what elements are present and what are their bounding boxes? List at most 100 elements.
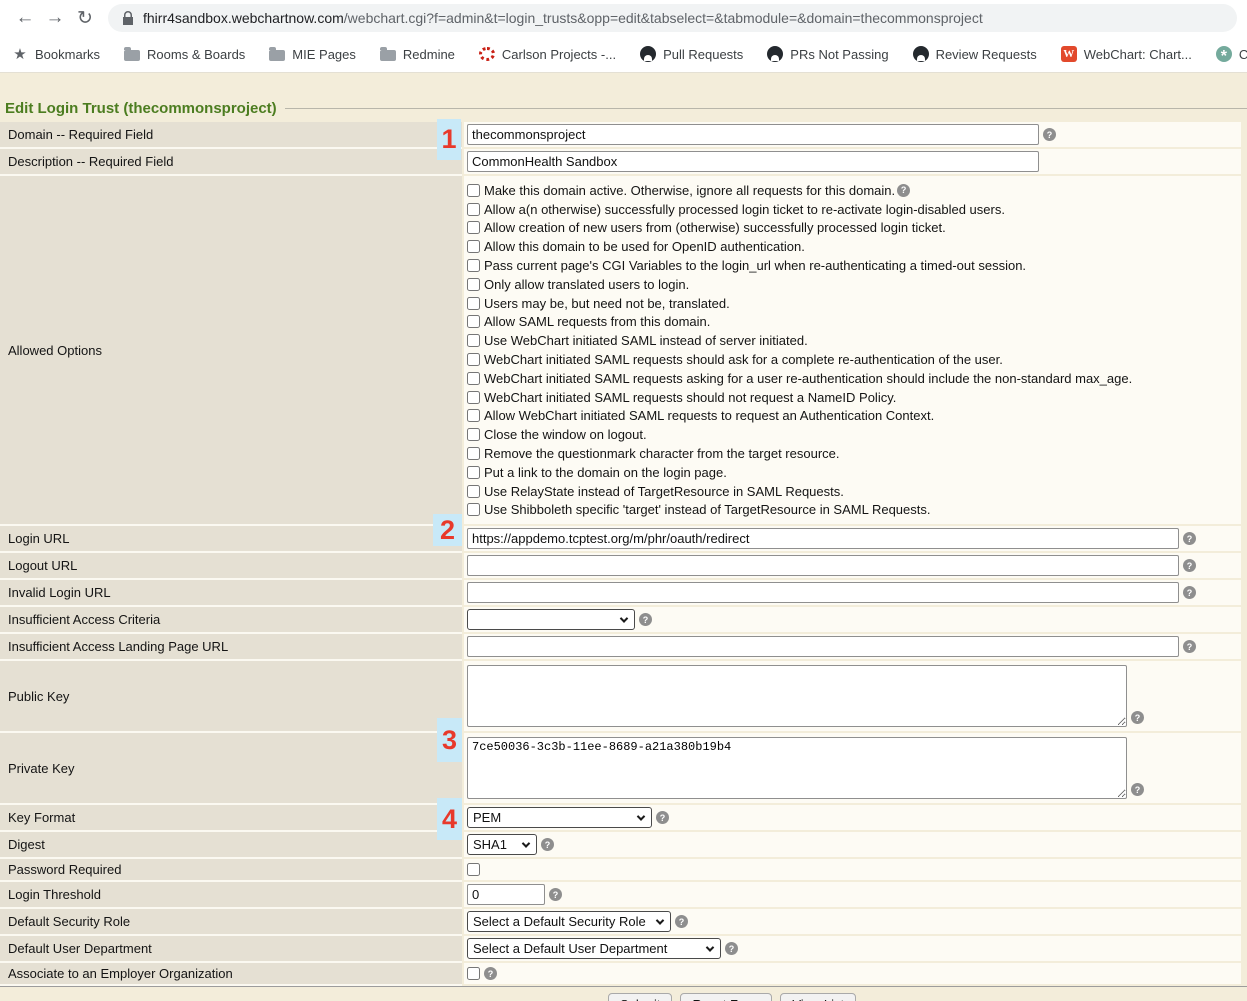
chevron-down-icon — [706, 943, 714, 951]
bookmark-item[interactable]: Review Requests — [913, 46, 1037, 62]
reload-icon[interactable]: ↻ — [70, 7, 100, 30]
allowed-option-checkbox[interactable] — [467, 240, 480, 253]
allowed-option-checkbox[interactable] — [467, 466, 480, 479]
help-icon[interactable]: ? — [541, 838, 554, 851]
allowed-option[interactable]: Close the window on logout. — [467, 425, 1132, 444]
allowed-option-checkbox[interactable] — [467, 409, 480, 422]
insufficient-access-landing-label: Insufficient Access Landing Page URL — [0, 634, 462, 661]
forward-icon[interactable]: → — [40, 7, 70, 29]
help-icon[interactable]: ? — [1183, 559, 1196, 572]
help-icon[interactable]: ? — [549, 888, 562, 901]
password-required-checkbox[interactable] — [467, 863, 480, 876]
bookmark-item[interactable]: ChatGPT — [1216, 46, 1247, 62]
help-icon[interactable]: ? — [656, 811, 669, 824]
default-user-department-select[interactable]: Select a Default User Department — [467, 938, 721, 959]
allowed-option[interactable]: Use WebChart initiated SAML instead of s… — [467, 331, 1132, 350]
allowed-option[interactable]: WebChart initiated SAML requests should … — [467, 388, 1132, 407]
bookmark-item[interactable]: Rooms & Boards — [124, 47, 245, 62]
allowed-option[interactable]: Use Shibboleth specific 'target' instead… — [467, 501, 1132, 520]
help-icon[interactable]: ? — [1183, 532, 1196, 545]
back-icon[interactable]: ← — [10, 7, 40, 29]
allowed-option[interactable]: Only allow translated users to login. — [467, 275, 1132, 294]
allowed-option-checkbox[interactable] — [467, 221, 480, 234]
bookmark-item[interactable]: Pull Requests — [640, 46, 743, 62]
description-input[interactable] — [467, 151, 1039, 172]
default-user-department-label: Default User Department — [0, 936, 462, 963]
help-icon[interactable]: ? — [1183, 586, 1196, 599]
insufficient-access-criteria-select[interactable] — [467, 609, 635, 630]
default-security-role-select[interactable]: Select a Default Security Role — [467, 911, 671, 932]
allowed-option-checkbox[interactable] — [467, 503, 480, 516]
help-icon[interactable]: ? — [1183, 640, 1196, 653]
invalid-login-url-input[interactable] — [467, 582, 1179, 603]
row-password-required: Password Required — [0, 859, 1241, 882]
row-private-key: Private Key 7ce50036-3c3b-11ee-8689-a21a… — [0, 733, 1241, 805]
allowed-option-checkbox[interactable] — [467, 428, 480, 441]
annotation-4: 4 — [437, 798, 462, 840]
submit-button[interactable]: Submit — [608, 993, 672, 1001]
associate-employer-checkbox[interactable] — [467, 967, 480, 980]
logout-url-input[interactable] — [467, 555, 1179, 576]
allowed-option-checkbox[interactable] — [467, 485, 480, 498]
bookmark-item[interactable]: Redmine — [380, 47, 455, 62]
allowed-option-checkbox[interactable] — [467, 391, 480, 404]
bookmark-label: Bookmarks — [35, 47, 100, 62]
allowed-option-checkbox[interactable] — [467, 372, 480, 385]
allowed-option-checkbox[interactable] — [467, 334, 480, 347]
allowed-option-checkbox[interactable] — [467, 184, 480, 197]
help-icon[interactable]: ? — [1131, 783, 1144, 796]
help-icon[interactable]: ? — [675, 915, 688, 928]
view-list-button[interactable]: View List — [780, 993, 856, 1001]
bookmark-item[interactable]: Bookmarks — [12, 46, 100, 62]
page-title: Edit Login Trust (thecommonsproject) — [5, 100, 277, 117]
bookmark-item[interactable]: PRs Not Passing — [767, 46, 888, 62]
allowed-option[interactable]: Put a link to the domain on the login pa… — [467, 463, 1132, 482]
page-content: Edit Login Trust (thecommonsproject) Dom… — [0, 73, 1247, 1001]
key-format-select[interactable]: PEM — [467, 807, 652, 828]
allowed-option[interactable]: Allow WebChart initiated SAML requests t… — [467, 407, 1132, 426]
bookmark-label: WebChart: Chart... — [1084, 47, 1192, 62]
help-icon[interactable]: ? — [725, 942, 738, 955]
allowed-option[interactable]: WebChart initiated SAML requests asking … — [467, 369, 1132, 388]
bookmark-label: MIE Pages — [292, 47, 356, 62]
help-icon[interactable]: ? — [484, 967, 497, 980]
allowed-option-checkbox[interactable] — [467, 447, 480, 460]
help-icon[interactable]: ? — [897, 184, 910, 197]
allowed-option[interactable]: Make this domain active. Otherwise, igno… — [467, 181, 1132, 200]
allowed-option[interactable]: Allow this domain to be used for OpenID … — [467, 237, 1132, 256]
bookmark-item[interactable]: WebChart: Chart... — [1061, 46, 1192, 62]
insufficient-access-landing-input[interactable] — [467, 636, 1179, 657]
allowed-option-label: Users may be, but need not be, translate… — [484, 296, 730, 311]
bookmark-item[interactable]: MIE Pages — [269, 47, 356, 62]
allowed-option-checkbox[interactable] — [467, 297, 480, 310]
login-threshold-input[interactable] — [467, 884, 545, 905]
allowed-option[interactable]: WebChart initiated SAML requests should … — [467, 350, 1132, 369]
allowed-option[interactable]: Remove the questionmark character from t… — [467, 444, 1132, 463]
allowed-option-checkbox[interactable] — [467, 315, 480, 328]
allowed-option-checkbox[interactable] — [467, 203, 480, 216]
allowed-option[interactable]: Pass current page's CGI Variables to the… — [467, 256, 1132, 275]
allowed-option-label: WebChart initiated SAML requests should … — [484, 352, 1003, 367]
bookmark-item[interactable]: Carlson Projects -... — [479, 47, 616, 62]
help-icon[interactable]: ? — [639, 613, 652, 626]
allowed-option[interactable]: Allow creation of new users from (otherw… — [467, 219, 1132, 238]
private-key-textarea[interactable]: 7ce50036-3c3b-11ee-8689-a21a380b19b4 — [467, 737, 1127, 799]
row-default-user-department: Default User Department Select a Default… — [0, 936, 1241, 963]
allowed-option[interactable]: Users may be, but need not be, translate… — [467, 294, 1132, 313]
address-bar[interactable]: fhirr4sandbox.webchartnow.com/webchart.c… — [108, 4, 1237, 32]
domain-input[interactable] — [467, 124, 1039, 145]
allowed-option-label: Make this domain active. Otherwise, igno… — [484, 183, 895, 198]
reset-form-button[interactable]: Reset Form — [680, 993, 772, 1001]
allowed-option-checkbox[interactable] — [467, 278, 480, 291]
allowed-option[interactable]: Allow SAML requests from this domain. — [467, 313, 1132, 332]
row-insufficient-access-criteria: Insufficient Access Criteria ? — [0, 607, 1241, 634]
help-icon[interactable]: ? — [1131, 711, 1144, 724]
allowed-option[interactable]: Use RelayState instead of TargetResource… — [467, 482, 1132, 501]
help-icon[interactable]: ? — [1043, 128, 1056, 141]
allowed-option[interactable]: Allow a(n otherwise) successfully proces… — [467, 200, 1132, 219]
allowed-option-checkbox[interactable] — [467, 353, 480, 366]
digest-select[interactable]: SHA1 — [467, 834, 537, 855]
login-url-input[interactable] — [467, 528, 1179, 549]
allowed-option-checkbox[interactable] — [467, 259, 480, 272]
public-key-textarea[interactable] — [467, 665, 1127, 727]
